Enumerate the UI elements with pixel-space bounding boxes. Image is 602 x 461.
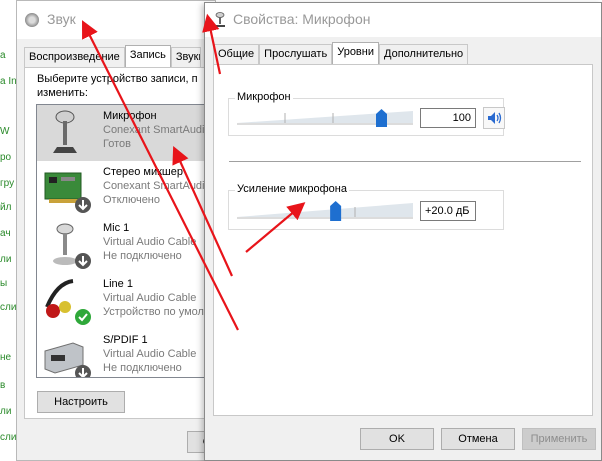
device-driver: Virtual Audio Cable bbox=[103, 236, 197, 248]
device-status: Не подключено bbox=[103, 362, 182, 374]
ok-button[interactable]: OK bbox=[360, 428, 434, 450]
bg-snippet: в bbox=[0, 380, 6, 391]
device-status: Готов bbox=[103, 138, 131, 150]
bg-snippet: сли bbox=[0, 302, 17, 313]
mute-button[interactable] bbox=[483, 107, 505, 129]
device-item-spdif-1[interactable]: S/PDIF 1 Virtual Audio Cable Не подключе… bbox=[37, 329, 210, 377]
device-driver: Virtual Audio Cable bbox=[103, 348, 197, 360]
tab-playback[interactable]: Воспроизведение bbox=[24, 47, 125, 67]
microphone-boost-group: Усиление микрофона +20.0 дБ bbox=[228, 183, 504, 230]
microphone-boost-label: Усиление микрофона bbox=[235, 183, 349, 195]
properties-tabs: Общие Прослушать Уровни Дополнительно bbox=[213, 42, 469, 64]
audio-jack-icon bbox=[45, 279, 91, 325]
tab-advanced[interactable]: Дополнительно bbox=[379, 44, 469, 64]
properties-title: Свойства: Микрофон bbox=[233, 11, 371, 27]
microphone-level-slider[interactable] bbox=[235, 109, 415, 127]
sound-window-titlebar[interactable]: Звук bbox=[17, 1, 215, 39]
bg-snippet: йл bbox=[0, 202, 12, 213]
device-status: Не подключено bbox=[103, 250, 182, 262]
device-item-mic-1[interactable]: Mic 1 Virtual Audio Cable Не подключено bbox=[37, 217, 210, 273]
device-status: Отключено bbox=[103, 194, 160, 206]
microphone-boost-slider[interactable] bbox=[235, 201, 415, 221]
recording-prompt: Выберите устройство записи, п изменить: bbox=[37, 73, 198, 99]
tab-listen[interactable]: Прослушать bbox=[259, 44, 333, 64]
bg-snippet: ли bbox=[0, 406, 12, 417]
sound-window-title: Звук bbox=[47, 11, 76, 27]
microphone-level-label: Микрофон bbox=[235, 91, 293, 103]
device-driver: Conexant SmartAudio bbox=[103, 180, 211, 192]
device-name: S/PDIF 1 bbox=[103, 334, 148, 346]
bg-snippet: а bbox=[0, 50, 6, 61]
bg-snippet: гру bbox=[0, 178, 15, 189]
microphone-icon bbox=[53, 110, 77, 153]
recording-device-list[interactable]: Микрофон Conexant SmartAudio Готов Стере… bbox=[36, 104, 211, 378]
microphone-boost-value[interactable]: +20.0 дБ bbox=[420, 201, 476, 221]
device-item-stereo-mixer[interactable]: Стерео микшер Conexant SmartAudio Отключ… bbox=[37, 161, 211, 217]
receiver-icon bbox=[44, 342, 91, 377]
bg-snippet: сли bbox=[0, 432, 17, 443]
recording-panel: Выберите устройство записи, п изменить: … bbox=[24, 67, 214, 419]
sound-window-tabs: Воспроизведение Запись Звуки bbox=[24, 45, 201, 67]
microphone-properties-window: Свойства: Микрофон Общие Прослушать Уров… bbox=[204, 2, 602, 461]
tab-general[interactable]: Общие bbox=[213, 44, 260, 64]
bg-snippet: W bbox=[0, 126, 10, 137]
bg-snippet: ли bbox=[0, 254, 12, 265]
bg-snippet: ач bbox=[0, 228, 11, 239]
configure-button[interactable]: Настроить bbox=[37, 391, 125, 413]
device-name: Микрофон bbox=[103, 110, 157, 122]
tab-recording[interactable]: Запись bbox=[124, 45, 171, 67]
microphone-icon bbox=[53, 223, 91, 269]
device-name: Line 1 bbox=[103, 278, 133, 290]
speaker-icon bbox=[25, 13, 39, 27]
speaker-icon bbox=[488, 112, 502, 124]
bg-snippet: ы bbox=[0, 278, 8, 289]
bg-snippet: не bbox=[0, 352, 12, 363]
cancel-button[interactable]: Отмена bbox=[441, 428, 515, 450]
device-driver: Conexant SmartAudio bbox=[103, 124, 211, 136]
device-status: Устройство по умол bbox=[103, 306, 204, 318]
microphone-icon bbox=[215, 12, 225, 27]
microphone-level-group: Микрофон 100 bbox=[228, 91, 505, 136]
device-item-microphone[interactable]: Микрофон Conexant SmartAudio Готов bbox=[37, 105, 211, 161]
device-name: Стерео микшер bbox=[103, 166, 183, 178]
device-item-line-1[interactable]: Line 1 Virtual Audio Cable Устройство по… bbox=[37, 273, 210, 329]
tab-sounds[interactable]: Звуки bbox=[170, 47, 201, 67]
tab-levels[interactable]: Уровни bbox=[332, 42, 379, 64]
device-name: Mic 1 bbox=[103, 222, 130, 234]
apply-button[interactable]: Применить bbox=[522, 428, 596, 450]
sound-card-icon bbox=[44, 172, 91, 213]
levels-separator bbox=[229, 161, 581, 162]
bg-snippet: а In bbox=[0, 76, 17, 87]
microphone-level-value[interactable]: 100 bbox=[420, 108, 476, 128]
bg-snippet: ро bbox=[0, 152, 12, 163]
levels-panel: Микрофон 100 Усиление микрофона +20.0 дБ bbox=[213, 64, 593, 416]
device-driver: Virtual Audio Cable bbox=[103, 292, 197, 304]
sound-window: Звук Воспроизведение Запись Звуки Выбери… bbox=[16, 0, 227, 461]
properties-titlebar[interactable]: Свойства: Микрофон bbox=[205, 3, 601, 37]
